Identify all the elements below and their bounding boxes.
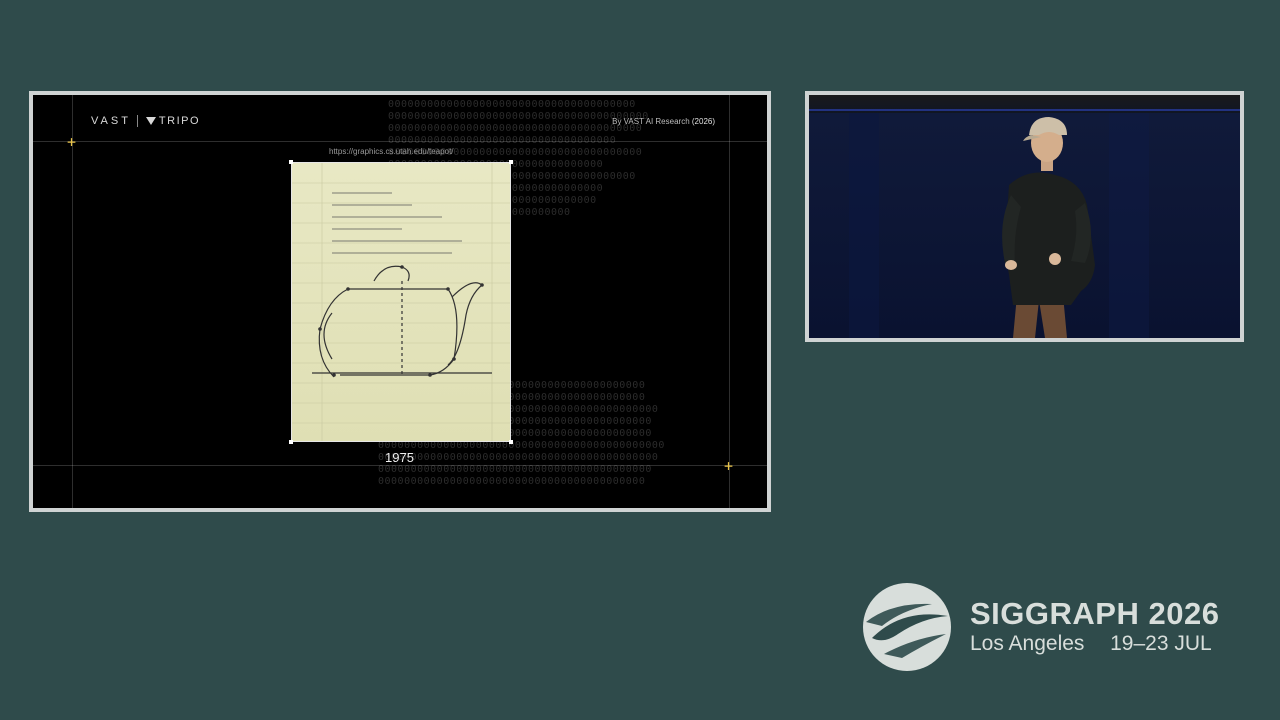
- selection-corner: [509, 440, 513, 444]
- year-caption: 1975: [385, 450, 414, 465]
- credit-label: By VAST AI Research: [612, 117, 690, 126]
- siggraph-title: SIGGRAPH 2026: [970, 596, 1220, 631]
- guide-line-right: [729, 95, 730, 508]
- credit-text: By VAST AI Research (2026): [612, 117, 715, 126]
- logo-tripo: TRIPO: [158, 115, 201, 127]
- siggraph-branding: SIGGRAPH 2026 Los Angeles 19–23 JUL: [862, 582, 1219, 672]
- logo-vast: VAST: [91, 115, 131, 127]
- logo-separator: [136, 115, 138, 127]
- plus-marker-icon: +: [724, 457, 734, 475]
- guide-line-top: [33, 141, 767, 142]
- teapot-sketch-photo: [289, 160, 513, 444]
- selection-corner: [509, 160, 513, 164]
- source-url: https://graphics.cs.utah.edu/teapot/: [329, 147, 454, 156]
- speaker-figure: [809, 113, 1240, 338]
- siggraph-logo-icon: [863, 583, 951, 671]
- siggraph-subtitle: Los Angeles 19–23 JUL: [970, 631, 1219, 657]
- teapot-sketch-drawing: [292, 163, 510, 441]
- tripo-triangle-icon: [145, 117, 156, 125]
- speaker-video-panel: [805, 91, 1244, 342]
- siggraph-text-block: SIGGRAPH 2026 Los Angeles 19–23 JUL: [970, 597, 1219, 657]
- credit-year: (2026): [691, 117, 715, 126]
- siggraph-dates: 19–23 JUL: [1110, 632, 1212, 655]
- plus-marker-icon: +: [67, 133, 77, 151]
- selection-corner: [289, 440, 293, 444]
- siggraph-location: Los Angeles: [970, 632, 1085, 655]
- guide-line-left: [72, 95, 73, 508]
- selection-corner: [289, 160, 293, 164]
- guide-line-bottom: [33, 465, 767, 466]
- slide-panel: 00000000000000000000000000000000000000 0…: [29, 91, 771, 512]
- vast-tripo-logo: VAST TRIPO: [91, 115, 200, 127]
